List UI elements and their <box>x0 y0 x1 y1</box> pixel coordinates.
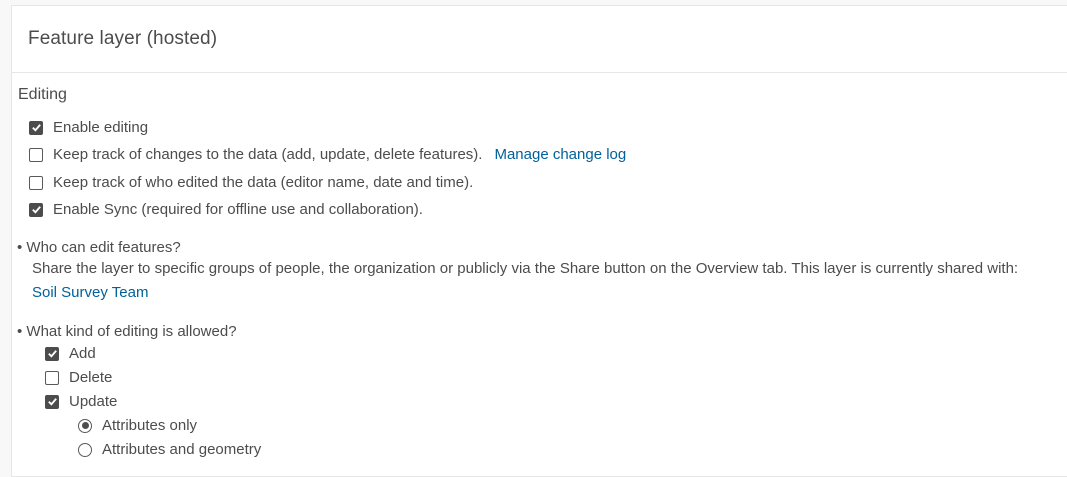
attributes-and-geometry-label: Attributes and geometry <box>102 441 262 458</box>
delete-label: Delete <box>69 369 113 386</box>
track-editors-label: Keep track of who edited the data (edito… <box>53 174 474 191</box>
attributes-only-label: Attributes only <box>102 417 198 434</box>
editing-kind-question: • What kind of editing is allowed? <box>17 323 237 340</box>
update-option[interactable]: Update <box>45 393 117 410</box>
editing-section-title: Editing <box>18 86 67 103</box>
track-editors-checkbox[interactable] <box>29 175 43 190</box>
attributes-and-geometry-option[interactable]: Attributes and geometry <box>78 441 261 458</box>
attributes-only-radio[interactable] <box>78 418 92 433</box>
delete-option[interactable]: Delete <box>45 369 112 386</box>
enable-editing-checkbox[interactable] <box>29 120 43 135</box>
update-checkbox[interactable] <box>45 394 59 409</box>
panel-title: Feature layer (hosted) <box>28 28 218 49</box>
attributes-and-geometry-radio[interactable] <box>78 442 92 457</box>
update-label: Update <box>69 393 118 410</box>
panel-header: Feature layer (hosted) <box>12 6 1067 73</box>
radio-selected-dot <box>81 422 89 429</box>
sharing-description-text: Share the layer to specific groups of pe… <box>32 260 1019 277</box>
track-changes-option[interactable]: Keep track of changes to the data (add, … <box>29 146 626 163</box>
enable-sync-option[interactable]: Enable Sync (required for offline use an… <box>29 201 423 218</box>
enable-sync-label: Enable Sync (required for offline use an… <box>53 201 423 218</box>
delete-checkbox[interactable] <box>45 370 59 385</box>
track-changes-checkbox[interactable] <box>29 147 43 162</box>
enable-sync-checkbox[interactable] <box>29 202 43 217</box>
add-checkbox[interactable] <box>45 346 59 361</box>
manage-change-log-link[interactable]: Manage change log <box>494 146 626 163</box>
add-option[interactable]: Add <box>45 345 96 362</box>
track-changes-label: Keep track of changes to the data (add, … <box>53 146 483 163</box>
add-label: Add <box>69 345 96 362</box>
attributes-only-option[interactable]: Attributes only <box>78 417 197 434</box>
shared-group-link[interactable]: Soil Survey Team <box>32 284 148 301</box>
enable-editing-label: Enable editing <box>53 119 149 136</box>
who-can-edit-description: Share the layer to specific groups of pe… <box>32 257 1032 305</box>
track-editors-option[interactable]: Keep track of who edited the data (edito… <box>29 174 473 191</box>
who-can-edit-question: • Who can edit features? <box>17 239 181 256</box>
enable-editing-option[interactable]: Enable editing <box>29 119 148 136</box>
